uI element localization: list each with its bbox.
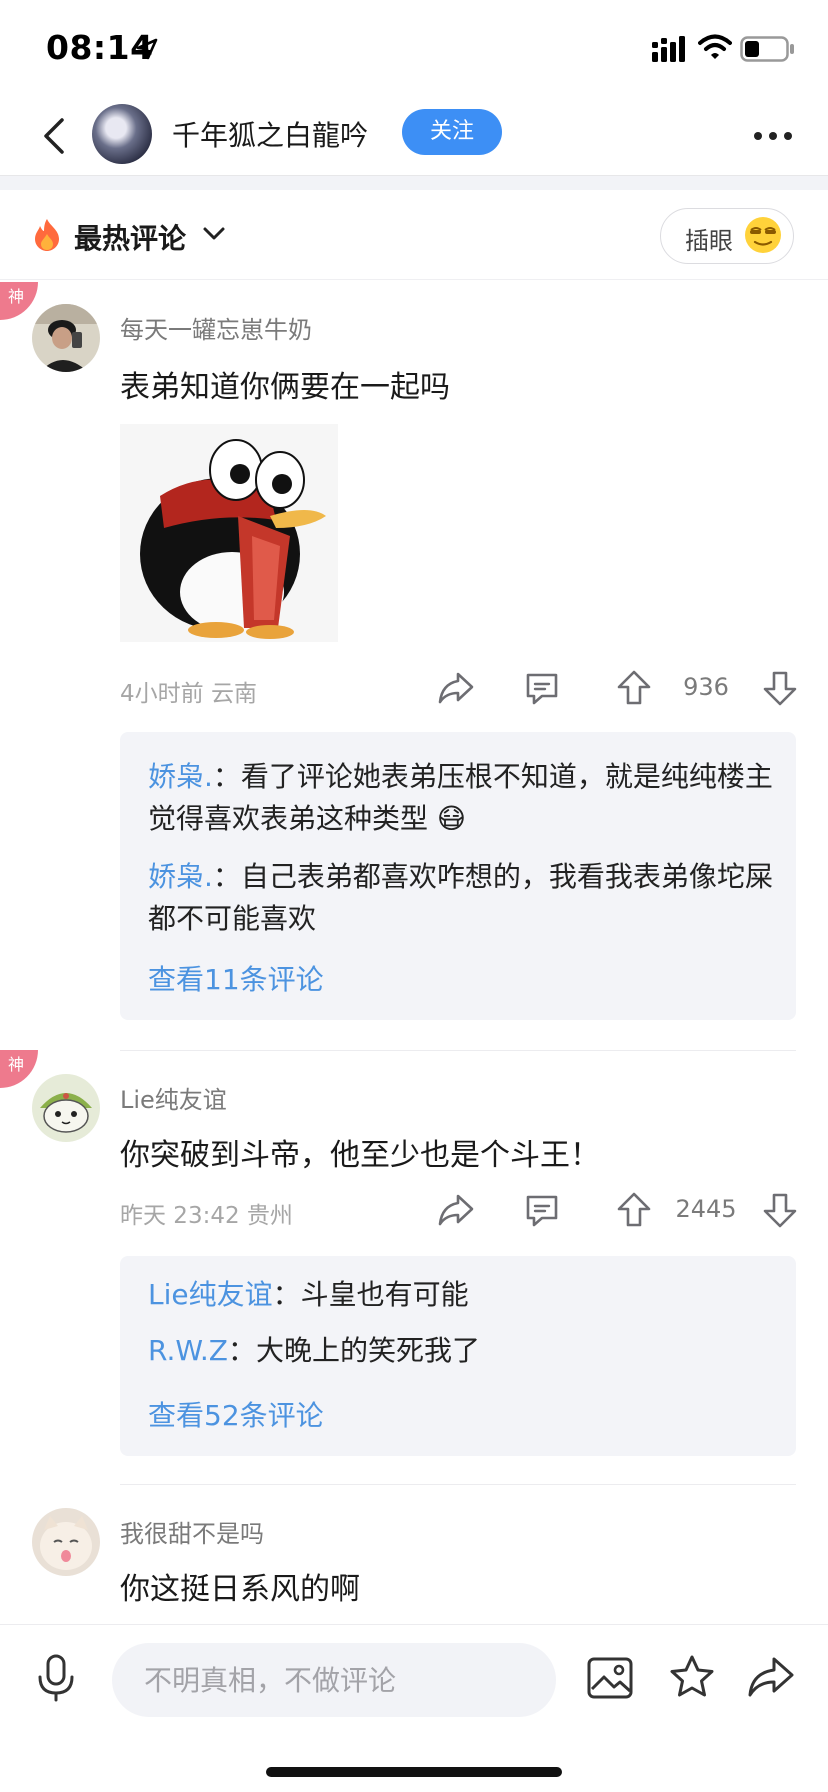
reply-text: 大晚上的笑死我了	[255, 1334, 480, 1367]
share-icon[interactable]	[746, 1653, 796, 1701]
commenter-avatar[interactable]	[32, 1508, 100, 1576]
sort-bar: 最热评论 插眼	[0, 190, 828, 280]
comment-time: 昨天 23:42 贵州	[120, 1196, 293, 1230]
location-arrow-icon	[136, 38, 158, 60]
upvote-count: 936	[683, 673, 729, 701]
chaiyan-button[interactable]: 插眼	[660, 208, 794, 264]
comment-text: 表弟知道你俩要在一起吗	[120, 370, 450, 405]
smirk-emoji-icon	[745, 217, 781, 253]
view-more-replies-link[interactable]: 查看11条评论	[148, 958, 324, 998]
favorite-star-icon[interactable]	[668, 1653, 716, 1701]
reply-separator: ：	[227, 1334, 256, 1367]
reply-author[interactable]: 娇枭.	[148, 860, 213, 893]
reply-separator: ：	[212, 760, 241, 793]
battery-icon	[740, 36, 794, 62]
chaiyan-label: 插眼	[685, 227, 733, 255]
reply-comment-icon[interactable]	[520, 1188, 564, 1232]
comment-divider	[120, 1050, 796, 1051]
comment-divider	[120, 1484, 796, 1485]
reply-comment-icon[interactable]	[520, 666, 564, 710]
comment-text: 你这挺日系风的啊	[120, 1572, 360, 1607]
chevron-down-icon[interactable]	[202, 226, 226, 242]
god-comment-badge: 神	[0, 1050, 38, 1088]
downvote-icon[interactable]	[758, 1188, 802, 1232]
comment-time: 4小时前 云南	[120, 674, 257, 708]
reply-text: 斗皇也有可能	[300, 1278, 469, 1311]
microphone-icon[interactable]	[34, 1653, 78, 1703]
reply-author[interactable]: R.W.Z	[148, 1334, 228, 1367]
god-comment-badge: 神	[0, 282, 38, 320]
more-options-icon[interactable]	[748, 116, 798, 156]
home-indicator[interactable]	[266, 1767, 562, 1777]
page-title[interactable]: 千年狐之白龍吟	[172, 114, 368, 154]
reply-item[interactable]: 娇枭.：看了评论她表弟压根不知道，就是纯纯楼主觉得喜欢表弟这种类型 😷	[148, 756, 778, 840]
image-picker-icon[interactable]	[586, 1655, 634, 1701]
status-bar: 08:14	[0, 0, 828, 96]
commenter-name[interactable]: 我很甜不是吗	[120, 1514, 264, 1549]
reply-author[interactable]: Lie纯友谊	[148, 1278, 273, 1311]
replies-box[interactable]: 娇枭.：看了评论她表弟压根不知道，就是纯纯楼主觉得喜欢表弟这种类型 😷 娇枭.：…	[120, 732, 796, 1020]
author-avatar[interactable]	[92, 104, 152, 164]
back-button[interactable]	[30, 110, 82, 162]
follow-button[interactable]: 关注	[402, 109, 502, 155]
cellular-signal-icon	[652, 36, 685, 62]
reply-separator: ：	[212, 860, 241, 893]
sort-label[interactable]: 最热评论	[74, 217, 186, 257]
comment-text: 你突破到斗帝，他至少也是个斗王！	[120, 1138, 600, 1173]
comment-time-text: 4小时前	[120, 681, 204, 707]
wifi-icon	[698, 34, 732, 59]
reply-item[interactable]: R.W.Z：大晚上的笑死我了	[148, 1330, 778, 1372]
commenter-avatar[interactable]	[32, 304, 100, 372]
reply-item[interactable]: 娇枭.：自己表弟都喜欢咋想的，我看我表弟像坨屎都不可能喜欢	[148, 856, 778, 940]
share-icon[interactable]	[434, 666, 478, 710]
commenter-avatar[interactable]	[32, 1074, 100, 1142]
replies-box[interactable]: Lie纯友谊：斗皇也有可能 R.W.Z：大晚上的笑死我了 查看52条评论	[120, 1256, 796, 1456]
upvote-icon[interactable]	[612, 666, 656, 710]
upvote-count: 2445	[675, 1195, 737, 1223]
share-icon[interactable]	[434, 1188, 478, 1232]
reply-separator: ：	[272, 1278, 301, 1311]
comment-location: 云南	[210, 681, 257, 707]
comment-input[interactable]	[112, 1643, 556, 1717]
downvote-icon[interactable]	[758, 666, 802, 710]
fire-icon	[35, 219, 59, 251]
view-more-replies-link[interactable]: 查看52条评论	[148, 1394, 324, 1434]
upvote-icon[interactable]	[612, 1188, 656, 1232]
commenter-name[interactable]: 每天一罐忘崽牛奶	[120, 310, 312, 345]
bottom-bar	[0, 1624, 828, 1792]
penguin-meme-image[interactable]	[120, 424, 338, 642]
reply-text: 自己表弟都喜欢咋想的，我看我表弟像坨屎都不可能喜欢	[148, 860, 773, 935]
top-nav: 千年狐之白龍吟 关注	[0, 96, 828, 176]
comment-location: 贵州	[246, 1203, 293, 1229]
reply-author[interactable]: 娇枭.	[148, 760, 213, 793]
reply-text: 看了评论她表弟压根不知道，就是纯纯楼主觉得喜欢表弟这种类型 😷	[148, 760, 773, 835]
comment-time-text: 昨天 23:42	[120, 1203, 240, 1229]
section-divider	[0, 176, 828, 190]
commenter-name[interactable]: Lie纯友谊	[120, 1080, 227, 1115]
reply-item[interactable]: Lie纯友谊：斗皇也有可能	[148, 1274, 778, 1316]
